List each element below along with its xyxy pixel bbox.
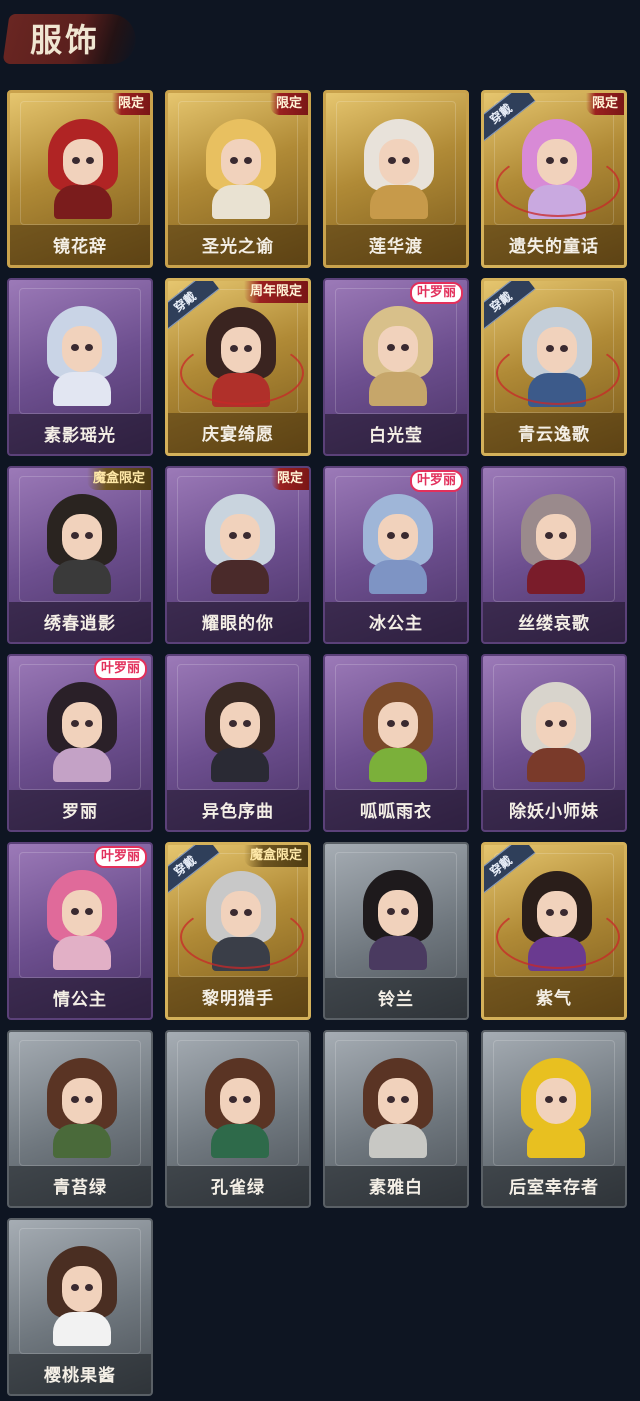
costume-card[interactable]: 穿戴 魔盒限定 黎明猎手 (165, 842, 311, 1020)
limited-badge: 叶罗丽 (409, 470, 463, 492)
costume-card[interactable]: 叶罗丽罗丽 (7, 654, 153, 832)
costume-name: 庆宴绮愿 (202, 425, 274, 445)
costume-card[interactable]: 叶罗丽冰公主 (323, 466, 469, 644)
costume-name: 铃兰 (378, 990, 414, 1010)
costume-grid: 限定 镜花辞 限定 圣光之谕 莲华渡 穿戴 限定 遗失的童话 素影瑶光 穿戴 周年限定 庆宴绮愿 叶罗丽… (0, 0, 640, 1401)
costume-portrait (521, 682, 591, 782)
costume-card[interactable]: 叶罗丽白光莹 (323, 278, 469, 456)
costume-name: 冰公主 (369, 614, 423, 634)
costume-name: 青云逸歌 (518, 425, 590, 445)
costume-card[interactable]: 莲华渡 (323, 90, 469, 268)
costume-portrait (47, 1058, 117, 1158)
costume-portrait (205, 682, 275, 782)
limited-badge: 限定 (585, 93, 624, 115)
costume-name: 呱呱雨衣 (360, 802, 432, 822)
worn-ring-decoration (496, 905, 620, 969)
costume-name: 遗失的童话 (509, 237, 599, 257)
costume-name: 镜花辞 (53, 237, 107, 257)
costume-name: 莲华渡 (369, 237, 423, 257)
costume-card[interactable]: 异色序曲 (165, 654, 311, 832)
costume-card[interactable]: 后室幸存者 (481, 1030, 627, 1208)
costume-portrait (363, 682, 433, 782)
limited-badge: 叶罗丽 (409, 282, 463, 304)
costume-portrait (364, 119, 434, 219)
costume-portrait (205, 1058, 275, 1158)
costume-portrait (47, 1246, 117, 1346)
limited-badge: 叶罗丽 (93, 658, 147, 680)
costume-name: 白光莹 (369, 426, 423, 446)
limited-badge: 魔盒限定 (86, 468, 151, 490)
costume-card[interactable]: 穿戴 青云逸歌 (481, 278, 627, 456)
costume-portrait (363, 494, 433, 594)
costume-name: 素雅白 (369, 1178, 423, 1198)
costume-portrait (363, 1058, 433, 1158)
costume-portrait (521, 494, 591, 594)
costume-name: 后室幸存者 (509, 1178, 599, 1198)
costume-portrait (363, 870, 433, 970)
costume-card[interactable]: 限定镜花辞 (7, 90, 153, 268)
limited-badge: 限定 (270, 468, 309, 490)
costume-name: 情公主 (53, 990, 107, 1010)
costume-portrait (363, 306, 433, 406)
limited-badge: 周年限定 (243, 281, 308, 303)
costume-card[interactable]: 素影瑶光 (7, 278, 153, 456)
costume-card[interactable]: 素雅白 (323, 1030, 469, 1208)
costume-card[interactable]: 铃兰 (323, 842, 469, 1020)
limited-badge: 限定 (269, 93, 308, 115)
costume-name: 黎明猎手 (202, 989, 274, 1009)
costume-name: 孔雀绿 (211, 1178, 265, 1198)
costume-name: 丝缕哀歌 (518, 614, 590, 634)
costume-card[interactable]: 樱桃果酱 (7, 1218, 153, 1396)
costume-card[interactable]: 丝缕哀歌 (481, 466, 627, 644)
costume-card[interactable]: 限定耀眼的你 (165, 466, 311, 644)
costume-card[interactable]: 孔雀绿 (165, 1030, 311, 1208)
costume-card[interactable]: 限定圣光之谕 (165, 90, 311, 268)
costume-portrait (205, 494, 275, 594)
costume-name: 除妖小师妹 (509, 802, 599, 822)
costume-card[interactable]: 穿戴 限定 遗失的童话 (481, 90, 627, 268)
costume-name: 樱桃果酱 (44, 1366, 116, 1386)
costume-name: 素影瑶光 (44, 426, 116, 446)
costume-name: 圣光之谕 (202, 237, 274, 257)
limited-badge: 叶罗丽 (93, 846, 147, 868)
costume-card[interactable]: 魔盒限定绣春逍影 (7, 466, 153, 644)
worn-ring-decoration (496, 153, 620, 217)
worn-ring-decoration (180, 905, 304, 969)
costume-card[interactable]: 叶罗丽情公主 (7, 842, 153, 1020)
costume-card[interactable]: 呱呱雨衣 (323, 654, 469, 832)
costume-portrait (48, 119, 118, 219)
costume-card[interactable]: 穿戴 紫气 (481, 842, 627, 1020)
costume-portrait (47, 870, 117, 970)
costume-portrait (47, 306, 117, 406)
costume-card[interactable]: 穿戴 周年限定 庆宴绮愿 (165, 278, 311, 456)
costume-name: 绣春逍影 (44, 614, 116, 634)
costume-name: 耀眼的你 (202, 614, 274, 634)
costume-name: 青苔绿 (53, 1178, 107, 1198)
worn-ring-decoration (180, 341, 304, 405)
worn-ring-decoration (496, 341, 620, 405)
costume-card[interactable]: 除妖小师妹 (481, 654, 627, 832)
costume-card[interactable]: 青苔绿 (7, 1030, 153, 1208)
costume-portrait (47, 494, 117, 594)
limited-badge: 魔盒限定 (243, 845, 308, 867)
costume-name: 异色序曲 (202, 802, 274, 822)
costume-name: 紫气 (536, 989, 572, 1009)
costume-portrait (47, 682, 117, 782)
limited-badge: 限定 (111, 93, 150, 115)
costume-portrait (521, 1058, 591, 1158)
costume-name: 罗丽 (62, 802, 98, 822)
costume-portrait (206, 119, 276, 219)
